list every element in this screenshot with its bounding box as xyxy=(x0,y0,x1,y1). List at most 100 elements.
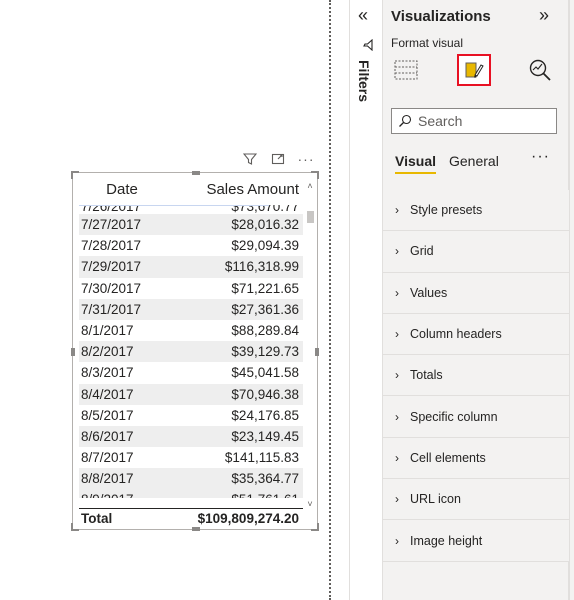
section-label: Grid xyxy=(410,244,434,259)
table-visual[interactable]: Date Sales Amount 7/26/2017 $73,670.77 7… xyxy=(71,171,319,531)
more-options-icon[interactable]: ··· xyxy=(296,150,316,168)
table-row: 8/8/2017 $35,364.77 xyxy=(79,468,303,490)
cell-date: 7/28/2017 xyxy=(81,238,142,254)
cell-amount: $73,670.77 xyxy=(231,205,299,214)
visual-header-toolbar: ··· xyxy=(240,150,320,168)
focus-mode-icon[interactable] xyxy=(268,150,288,168)
table-row: 7/30/2017 $71,221.65 xyxy=(79,278,303,299)
table-rows: 7/27/2017 $28,016.32 7/28/2017 $29,094.39 7/… xyxy=(79,214,303,490)
chevron-right-icon: › xyxy=(395,409,399,424)
table-row: 8/7/2017 $141,115.83 xyxy=(79,447,303,468)
chevron-right-icon: › xyxy=(395,368,399,383)
cell-amount: $27,361.36 xyxy=(231,301,299,317)
cell-amount: $29,094.39 xyxy=(231,238,299,254)
resize-handle-right[interactable] xyxy=(315,348,319,356)
scroll-up-icon[interactable]: ˄ xyxy=(305,181,315,191)
section-label: URL icon xyxy=(410,492,461,507)
table-row: 8/4/2017 $70,946.38 xyxy=(79,383,303,405)
table-row: 7/31/2017 $27,361.36 xyxy=(79,298,303,320)
cell-amount: $28,016.32 xyxy=(231,217,299,232)
format-section-style-presets[interactable]: › Style presets xyxy=(383,190,569,232)
cell-amount: $51,761.61 xyxy=(175,489,303,498)
cell-date: 8/4/2017 xyxy=(81,386,134,402)
search-icon xyxy=(399,114,412,127)
collapse-pane-icon[interactable]: » xyxy=(539,5,549,26)
table-row: 8/1/2017 $88,289.84 xyxy=(79,320,303,341)
canvas-divider xyxy=(329,0,331,600)
column-header-sales-amount[interactable]: Sales Amount xyxy=(155,179,303,205)
cell-amount: $70,946.38 xyxy=(231,386,299,402)
analytics-tab[interactable] xyxy=(523,54,557,86)
tab-visual[interactable]: Visual xyxy=(395,153,436,174)
chevron-right-icon: › xyxy=(395,244,399,259)
resize-handle-left[interactable] xyxy=(71,348,75,356)
chevron-right-icon: › xyxy=(395,450,399,465)
visualizations-pane: Visualizations » Format visual Visual Ge… xyxy=(383,0,569,600)
filters-pane[interactable]: « Filters xyxy=(349,0,383,600)
format-section-column-headers[interactable]: › Column headers xyxy=(383,313,569,356)
scroll-down-icon[interactable]: ˅ xyxy=(305,499,315,509)
format-section-cell-elements[interactable]: › Cell elements xyxy=(383,437,569,480)
pane-edge xyxy=(569,0,574,600)
build-visual-tab[interactable] xyxy=(389,54,423,86)
resize-handle-bottom-right[interactable] xyxy=(311,523,319,531)
table-row-partial-top: 7/26/2017 $73,670.77 xyxy=(79,205,303,214)
paintbrush-icon xyxy=(465,62,484,78)
column-header-date[interactable]: Date xyxy=(79,179,155,205)
table-row: 7/29/2017 $116,318.99 xyxy=(79,256,303,278)
table-row: 8/2/2017 $39,129.73 xyxy=(79,341,303,363)
resize-handle-top[interactable] xyxy=(192,171,200,175)
cell-date: 7/27/2017 xyxy=(81,217,142,232)
scrollbar-thumb[interactable] xyxy=(307,211,314,223)
cell-date: 7/29/2017 xyxy=(81,259,142,275)
table-body: 7/26/2017 $73,670.77 7/27/2017 $28,016.32… xyxy=(79,205,303,505)
cell-date: 7/31/2017 xyxy=(81,301,142,317)
format-section-image-height[interactable]: › Image height xyxy=(383,520,569,562)
format-visual-label: Format visual xyxy=(391,36,464,50)
section-label: Totals xyxy=(410,368,443,383)
total-amount: $109,809,274.20 xyxy=(197,511,299,526)
cell-date: 8/7/2017 xyxy=(81,450,134,466)
cell-date: 8/2/2017 xyxy=(81,344,134,360)
format-section-grid[interactable]: › Grid xyxy=(383,231,569,273)
cell-date: 8/9/2017 xyxy=(79,489,175,498)
format-section-url-icon[interactable]: › URL icon xyxy=(383,479,569,521)
cell-amount: $88,289.84 xyxy=(231,322,299,338)
expand-filters-icon[interactable]: « xyxy=(358,5,368,26)
search-box[interactable] xyxy=(391,108,557,134)
cell-date: 8/3/2017 xyxy=(81,365,134,381)
cell-date: 7/30/2017 xyxy=(81,280,142,296)
section-label: Values xyxy=(410,285,448,300)
resize-handle-top-right[interactable] xyxy=(311,171,319,179)
cell-amount: $116,318.99 xyxy=(224,259,299,275)
chevron-right-icon: › xyxy=(395,492,399,507)
format-section-values[interactable]: › Values xyxy=(383,272,569,314)
section-label: Image height xyxy=(410,533,483,548)
cell-date: 7/26/2017 xyxy=(81,205,142,214)
chevron-right-icon: › xyxy=(395,327,399,342)
table-row: 8/3/2017 $45,041.58 xyxy=(79,362,303,383)
table-scrollbar[interactable]: ˄ ˅ xyxy=(305,181,315,511)
chevron-right-icon: › xyxy=(395,533,399,548)
total-label: Total xyxy=(81,511,113,526)
resize-handle-bottom-left[interactable] xyxy=(71,523,79,531)
more-options-icon[interactable]: ··· xyxy=(531,148,550,166)
pane-title: Visualizations xyxy=(391,8,491,25)
format-section-totals[interactable]: › Totals xyxy=(383,355,569,397)
table-header: Date Sales Amount xyxy=(79,179,303,205)
cell-amount: $141,115.83 xyxy=(224,450,299,466)
format-section-specific-column[interactable]: › Specific column xyxy=(383,396,569,438)
cell-date: 8/5/2017 xyxy=(81,407,134,423)
format-visual-tab[interactable] xyxy=(457,54,491,86)
table-row: 7/27/2017 $28,016.32 xyxy=(79,214,303,236)
cell-amount: $39,129.73 xyxy=(231,344,299,360)
chevron-right-icon: › xyxy=(395,203,399,218)
filters-label[interactable]: Filters xyxy=(356,60,372,102)
filter-icon[interactable] xyxy=(240,150,260,168)
search-input[interactable] xyxy=(418,113,548,129)
resize-handle-top-left[interactable] xyxy=(71,171,79,179)
cell-date: 8/6/2017 xyxy=(81,428,134,444)
cell-amount: $24,176.85 xyxy=(231,407,299,423)
tab-general[interactable]: General xyxy=(449,153,499,169)
section-label: Style presets xyxy=(410,203,483,218)
